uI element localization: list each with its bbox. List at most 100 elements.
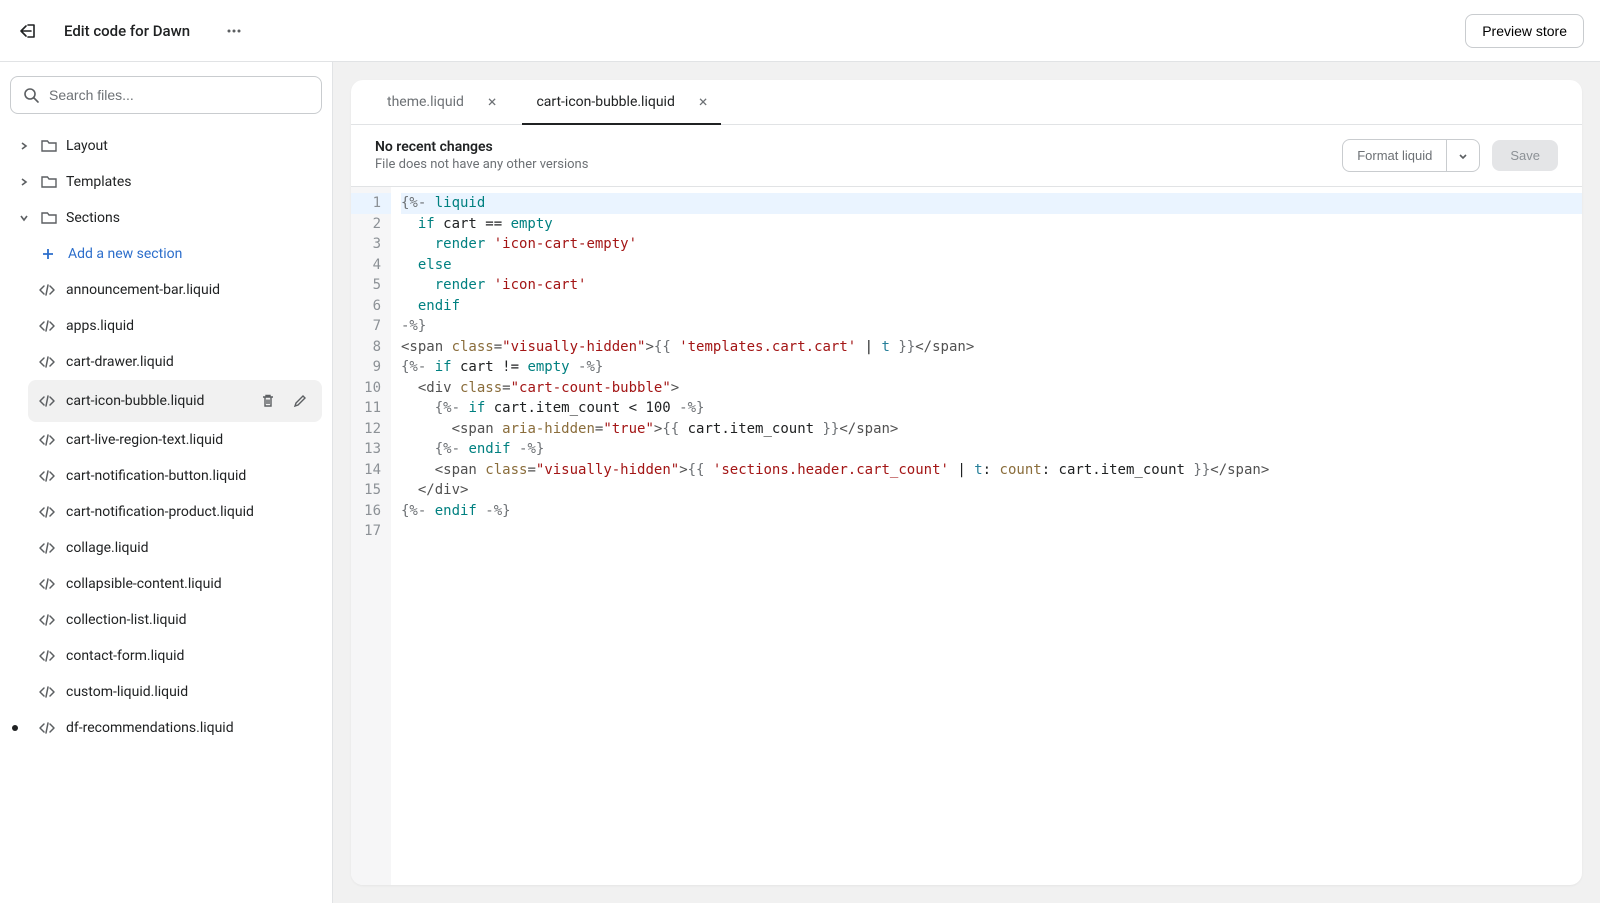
exit-icon <box>18 21 38 41</box>
file-item[interactable]: apps.liquid <box>28 308 322 344</box>
folder-label: Layout <box>66 138 108 154</box>
code-line[interactable]: else <box>401 255 1582 276</box>
file-name: cart-live-region-text.liquid <box>66 432 223 448</box>
line-gutter: 1234567891011121314151617 <box>351 187 391 885</box>
code-file-icon <box>38 647 56 665</box>
tab-close-button[interactable]: × <box>699 94 708 110</box>
code-line[interactable]: render 'icon-cart' <box>401 275 1582 296</box>
format-dropdown-button[interactable] <box>1447 139 1480 172</box>
editor-tab[interactable]: cart-icon-bubble.liquid × <box>516 80 727 124</box>
line-number: 12 <box>351 419 391 440</box>
line-number: 13 <box>351 439 391 460</box>
code-line[interactable]: <span class="visually-hidden">{{ 'templa… <box>401 337 1582 358</box>
folder-layout[interactable]: Layout <box>10 128 322 164</box>
code-line[interactable]: {%- endif -%} <box>401 439 1582 460</box>
file-item[interactable]: announcement-bar.liquid <box>28 272 322 308</box>
code-line[interactable]: <span aria-hidden="true">{{ cart.item_co… <box>401 419 1582 440</box>
code-file-icon <box>38 431 56 449</box>
code-line[interactable]: if cart == empty <box>401 214 1582 235</box>
format-liquid-button[interactable]: Format liquid <box>1342 139 1447 172</box>
line-number: 16 <box>351 501 391 522</box>
save-button[interactable]: Save <box>1492 140 1558 171</box>
code-line[interactable]: </div> <box>401 480 1582 501</box>
more-actions-button[interactable] <box>218 15 250 47</box>
code-editor[interactable]: 1234567891011121314151617 {%- liquid if … <box>351 187 1582 885</box>
file-item[interactable]: collage.liquid <box>28 530 322 566</box>
chevron-down-icon <box>1457 150 1469 162</box>
code-body[interactable]: {%- liquid if cart == empty render 'icon… <box>391 187 1582 885</box>
changes-subtitle: File does not have any other versions <box>375 157 1342 172</box>
code-file-icon <box>38 317 56 335</box>
file-item[interactable]: collapsible-content.liquid <box>28 566 322 602</box>
file-name: collage.liquid <box>66 540 149 556</box>
code-file-icon <box>38 353 56 371</box>
line-number: 5 <box>351 275 391 296</box>
chevron-right-icon <box>16 177 32 187</box>
page-title: Edit code for Dawn <box>64 22 190 40</box>
back-button[interactable] <box>16 19 40 43</box>
file-sidebar: Layout Templates Sections Add a new sect… <box>0 62 333 903</box>
file-name: df-recommendations.liquid <box>66 720 234 736</box>
folder-icon <box>40 209 58 227</box>
chevron-right-icon <box>16 141 32 151</box>
code-line[interactable]: {%- endif -%} <box>401 501 1582 522</box>
line-number: 7 <box>351 316 391 337</box>
file-tree: Layout Templates Sections Add a new sect… <box>10 128 322 746</box>
code-file-icon <box>38 467 56 485</box>
folder-label: Templates <box>66 174 132 190</box>
file-name: cart-icon-bubble.liquid <box>66 393 204 409</box>
code-line[interactable]: -%} <box>401 316 1582 337</box>
line-number: 4 <box>351 255 391 276</box>
code-line[interactable]: endif <box>401 296 1582 317</box>
file-item[interactable]: cart-notification-product.liquid <box>28 494 322 530</box>
code-line[interactable]: {%- if cart.item_count < 100 -%} <box>401 398 1582 419</box>
search-input[interactable] <box>10 76 322 114</box>
search-wrap <box>10 76 322 114</box>
header-left: Edit code for Dawn <box>16 15 250 47</box>
file-item[interactable]: collection-list.liquid <box>28 602 322 638</box>
editor-card: theme.liquid× cart-icon-bubble.liquid × No… <box>351 80 1582 885</box>
tab-label: cart-icon-bubble.liquid <box>536 94 674 110</box>
line-number: 8 <box>351 337 391 358</box>
code-line[interactable]: {%- liquid <box>401 193 1582 214</box>
toolbar-left: No recent changes File does not have any… <box>375 139 1342 172</box>
line-number: 15 <box>351 480 391 501</box>
rename-file-button[interactable] <box>288 389 312 413</box>
line-number: 6 <box>351 296 391 317</box>
line-number: 9 <box>351 357 391 378</box>
file-item[interactable]: cart-drawer.liquid <box>28 344 322 380</box>
code-line[interactable]: <span class="visually-hidden">{{ 'sectio… <box>401 460 1582 481</box>
folder-label: Sections <box>66 210 120 226</box>
preview-store-button[interactable]: Preview store <box>1465 14 1584 48</box>
code-line[interactable]: <div class="cart-count-bubble"> <box>401 378 1582 399</box>
code-line[interactable]: render 'icon-cart-empty' <box>401 234 1582 255</box>
code-file-icon <box>38 503 56 521</box>
tab-close-button[interactable]: × <box>488 94 497 110</box>
folder-templates[interactable]: Templates <box>10 164 322 200</box>
format-group: Format liquid <box>1342 139 1480 172</box>
code-file-icon <box>38 575 56 593</box>
line-number: 1 <box>351 193 391 214</box>
file-item[interactable]: custom-liquid.liquid <box>28 674 322 710</box>
folder-sections[interactable]: Sections <box>10 200 322 236</box>
file-item[interactable]: cart-notification-button.liquid <box>28 458 322 494</box>
editor-tabs: theme.liquid× cart-icon-bubble.liquid × <box>351 80 1582 125</box>
file-item[interactable]: df-recommendations.liquid <box>28 710 322 746</box>
file-item[interactable]: cart-live-region-text.liquid <box>28 422 322 458</box>
search-icon <box>22 86 40 104</box>
add-section-button[interactable]: Add a new section <box>28 236 322 272</box>
folder-icon <box>40 137 58 155</box>
header-right: Preview store <box>1465 14 1584 48</box>
file-name: collection-list.liquid <box>66 612 187 628</box>
code-line[interactable]: {%- if cart != empty -%} <box>401 357 1582 378</box>
code-file-icon <box>38 719 56 737</box>
unsaved-dot-icon <box>12 725 18 731</box>
file-item[interactable]: cart-icon-bubble.liquid <box>28 380 322 422</box>
editor-tab[interactable]: theme.liquid× <box>367 80 516 124</box>
code-line[interactable] <box>401 521 1582 542</box>
file-name: cart-notification-product.liquid <box>66 504 254 520</box>
file-item[interactable]: contact-form.liquid <box>28 638 322 674</box>
line-number: 17 <box>351 521 391 542</box>
changes-title: No recent changes <box>375 139 1342 155</box>
delete-file-button[interactable] <box>256 389 280 413</box>
